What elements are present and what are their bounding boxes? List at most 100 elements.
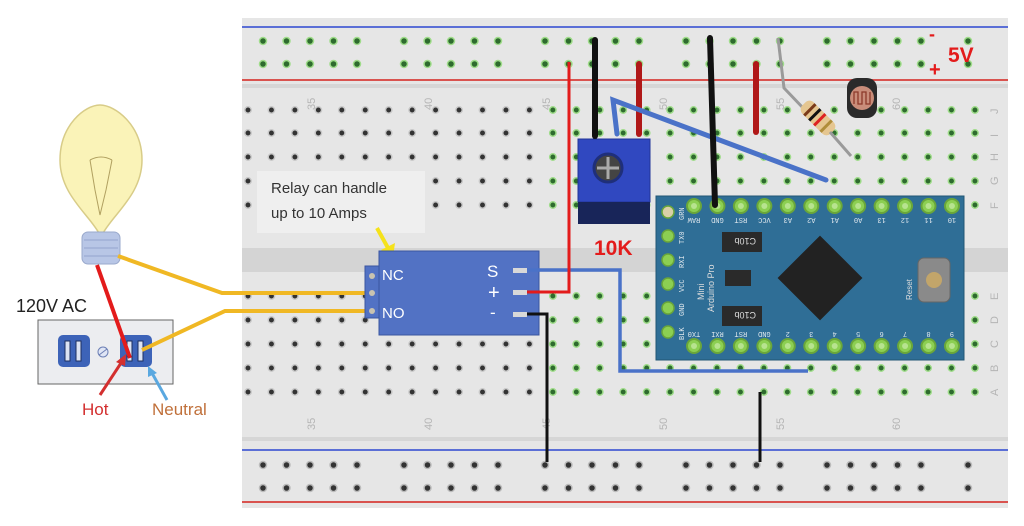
terminal-hole (244, 177, 252, 185)
rail-hole (399, 483, 409, 493)
terminal-hole (642, 388, 651, 396)
row-letter: E (989, 293, 1001, 300)
terminal-hole (924, 388, 932, 396)
terminal-hole (455, 129, 463, 137)
rail-hole (822, 36, 832, 46)
terminal-hole (361, 340, 370, 348)
arduino-pin-hole (925, 343, 932, 349)
terminal-hole (971, 153, 979, 161)
terminal-hole (900, 153, 909, 161)
terminal-hole (853, 153, 862, 161)
pot-value-label: 10K (594, 237, 633, 260)
terminal-hole (478, 364, 487, 372)
column-number: 40 (423, 98, 435, 110)
rail-hole (352, 59, 362, 69)
terminal-hole (736, 388, 745, 396)
rail-hole (399, 36, 409, 46)
terminal-hole (337, 316, 346, 324)
row-letter: G (989, 176, 1001, 185)
rail-hole (564, 36, 573, 46)
arduino-pin-hole (808, 343, 815, 349)
terminal-hole (689, 388, 698, 396)
terminal-hole (408, 364, 417, 372)
terminal-hole (290, 340, 299, 348)
pot-base (578, 202, 650, 224)
terminal-hole (290, 129, 299, 137)
socket-slot (75, 340, 82, 362)
arduino-pin-hole (784, 343, 791, 349)
terminal-hole (502, 388, 510, 396)
terminal-hole (455, 201, 463, 209)
terminal-hole (736, 153, 745, 161)
relay-pin-no: NO (382, 305, 405, 322)
terminal-hole (478, 129, 487, 137)
arduino-pin-hole (784, 203, 791, 209)
rail-hole (846, 483, 855, 493)
relay-pin-s: S (487, 262, 498, 281)
terminal-hole (900, 364, 909, 372)
arduino-pin-label: 10 (948, 215, 956, 223)
rail-hole (681, 483, 691, 493)
arduino-pin-label: 8 (926, 329, 930, 337)
terminal-hole (361, 153, 370, 161)
rail-hole (399, 59, 409, 69)
terminal-hole (502, 340, 510, 348)
column-number: 60 (891, 98, 903, 110)
rail-plus-label: + (929, 59, 941, 81)
rail-hole (681, 36, 691, 46)
rail-hole (564, 460, 573, 470)
terminal-hole (853, 129, 862, 137)
light-bulb (59, 104, 143, 265)
rail-hole (540, 460, 550, 470)
rail-hole (399, 460, 409, 470)
arduino-pin-label: VCC (758, 215, 771, 223)
relay-module: NC NO S + - (364, 250, 540, 336)
column-number: 35 (306, 98, 318, 110)
rail-hole (752, 483, 761, 493)
terminal-hole (924, 364, 932, 372)
terminal-hole (525, 153, 534, 161)
rail-hole (681, 460, 691, 470)
rail-hole (893, 36, 902, 46)
terminal-hole (947, 106, 956, 114)
arduino-pin-hole (691, 343, 697, 349)
rail-hole (681, 59, 691, 69)
rail-hole (893, 460, 902, 470)
circuit-diagram: 35 40 45 50 55 60 35 40 45 50 55 60 JIHGFEDCBA 120… (16, 18, 1008, 508)
terminal-hole (619, 129, 628, 137)
reset-button-cap[interactable] (926, 272, 942, 288)
arduino-pin-hole (737, 343, 744, 349)
terminal-hole (267, 364, 276, 372)
arduino-pin-hole (714, 343, 721, 349)
terminal-hole (525, 340, 534, 348)
terminal-hole (267, 340, 276, 348)
terminal-hole (525, 201, 534, 209)
rail-voltage-label: 5V (948, 44, 974, 67)
relay-pin-header (513, 290, 527, 295)
rail-hole (352, 36, 362, 46)
terminal-hole (431, 388, 440, 396)
rail-hole (846, 460, 855, 470)
arduino-pin-label: 9 (950, 329, 954, 337)
terminal-hole (689, 177, 698, 185)
terminal-hole (337, 106, 346, 114)
terminal-hole (736, 129, 745, 137)
terminal-hole (337, 153, 346, 161)
rail-hole (869, 59, 879, 69)
rail-hole (329, 483, 338, 493)
terminal-hole (713, 388, 721, 396)
terminal-hole (478, 388, 487, 396)
rail-hole (846, 59, 855, 69)
terminal-hole (548, 129, 557, 137)
terminal-hole (595, 388, 604, 396)
rail-hole (470, 483, 479, 493)
rail-hole (893, 59, 902, 69)
rail-hole (493, 36, 503, 46)
terminal-hole (759, 106, 768, 114)
terminal-hole (314, 153, 323, 161)
terminal-hole (455, 388, 463, 396)
hot-label: Hot (82, 400, 109, 419)
terminal-hole (783, 388, 792, 396)
terminal-hole (572, 292, 581, 300)
rail-hole (893, 483, 902, 493)
